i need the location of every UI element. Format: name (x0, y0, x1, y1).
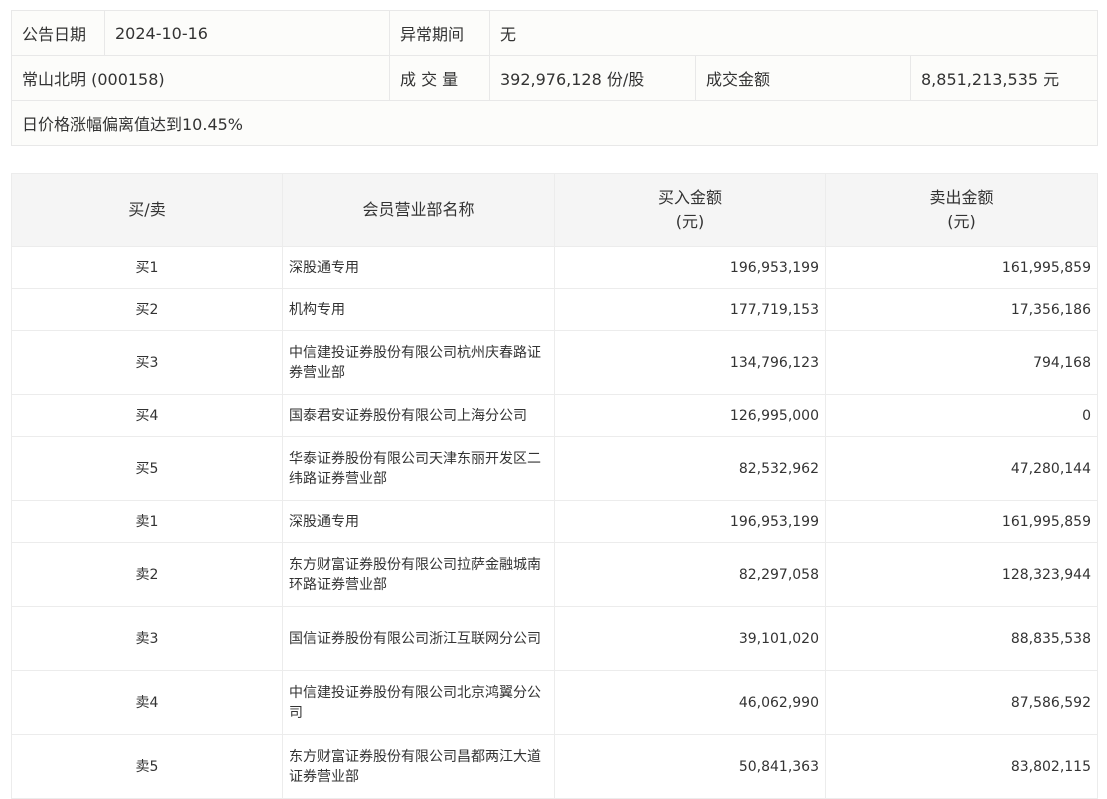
seat-name-cell: 深股通专用 (282, 500, 555, 543)
buy-amount-cell: 196,953,199 (554, 246, 826, 289)
side-cell: 买5 (11, 436, 283, 501)
side-cell: 卖1 (11, 500, 283, 543)
header-name: 会员营业部名称 (282, 173, 555, 247)
period-label: 异常期间 (389, 10, 490, 56)
sell-amount-cell: 47,280,144 (825, 436, 1098, 501)
buy-amount-cell: 46,062,990 (554, 670, 826, 735)
seat-name-cell: 华泰证券股份有限公司天津东丽开发区二纬路证券营业部 (282, 436, 555, 501)
volume-label: 成 交 量 (389, 55, 490, 101)
table-row: 买4 国泰君安证券股份有限公司上海分公司 126,995,000 0 (11, 394, 1098, 437)
trading-seats-table: 买/卖 会员营业部名称 买入金额 (元) 卖出金额 (元) 买1 深股通专用 196,9… (11, 173, 1098, 799)
seat-name-cell: 中信建投证券股份有限公司北京鸿翼分公司 (282, 670, 555, 735)
table-row: 买5 华泰证券股份有限公司天津东丽开发区二纬路证券营业部 82,532,962 47,… (11, 436, 1098, 501)
buy-amount-cell: 196,953,199 (554, 500, 826, 543)
buy-amount-cell: 39,101,020 (554, 606, 826, 671)
sell-amount-cell: 128,323,944 (825, 542, 1098, 607)
announcement-info-table: 公告日期 2024-10-16 异常期间 无 常山北明 (000158) 成 交… (10, 10, 1099, 146)
sell-amount-cell: 87,586,592 (825, 670, 1098, 735)
sell-amount-cell: 161,995,859 (825, 246, 1098, 289)
side-cell: 买1 (11, 246, 283, 289)
seat-name-cell: 东方财富证券股份有限公司昌都两江大道证券营业部 (282, 734, 555, 799)
info-row-date: 公告日期 2024-10-16 异常期间 无 (11, 10, 1099, 56)
header-side: 买/卖 (11, 173, 283, 247)
seat-name-cell: 深股通专用 (282, 246, 555, 289)
period-value: 无 (488, 10, 1099, 56)
table-row: 卖1 深股通专用 196,953,199 161,995,859 (11, 500, 1098, 543)
buy-amount-cell: 82,532,962 (554, 436, 826, 501)
sell-amount-cell: 0 (825, 394, 1098, 437)
header-sell: 卖出金额 (元) (825, 173, 1098, 247)
table-row: 买3 中信建投证券股份有限公司杭州庆春路证券营业部 134,796,123 794,1… (11, 330, 1098, 395)
side-cell: 买2 (11, 288, 283, 331)
seat-name-cell: 机构专用 (282, 288, 555, 331)
side-cell: 卖2 (11, 542, 283, 607)
info-row-reason: 日价格涨幅偏离值达到10.45% (10, 100, 1099, 146)
buy-amount-cell: 82,297,058 (554, 542, 826, 607)
date-label: 公告日期 (11, 10, 105, 56)
buy-amount-cell: 50,841,363 (554, 734, 826, 799)
seat-name-cell: 国泰君安证券股份有限公司上海分公司 (282, 394, 555, 437)
sell-amount-cell: 88,835,538 (825, 606, 1098, 671)
seat-name-cell: 中信建投证券股份有限公司杭州庆春路证券营业部 (282, 330, 555, 395)
header-buy: 买入金额 (元) (554, 173, 826, 247)
side-cell: 买3 (11, 330, 283, 395)
sell-amount-cell: 83,802,115 (825, 734, 1098, 799)
seat-name-cell: 国信证券股份有限公司浙江互联网分公司 (282, 606, 555, 671)
table-row: 卖2 东方财富证券股份有限公司拉萨金融城南环路证券营业部 82,297,058 128… (11, 542, 1098, 607)
table-row: 卖4 中信建投证券股份有限公司北京鸿翼分公司 46,062,990 87,586,59… (11, 670, 1098, 735)
buy-amount-cell: 134,796,123 (554, 330, 826, 395)
stock-name: 常山北明 (000158) (11, 55, 390, 101)
seat-name-cell: 东方财富证券股份有限公司拉萨金融城南环路证券营业部 (282, 542, 555, 607)
reason-text: 日价格涨幅偏离值达到10.45% (10, 100, 1099, 146)
amount-label: 成交金额 (695, 55, 911, 101)
buy-amount-cell: 126,995,000 (554, 394, 826, 437)
table-header: 买/卖 会员营业部名称 买入金额 (元) 卖出金额 (元) (11, 173, 1098, 247)
sell-amount-cell: 161,995,859 (825, 500, 1098, 543)
table-row: 买2 机构专用 177,719,153 17,356,186 (11, 288, 1098, 331)
amount-value: 8,851,213,535 元 (909, 55, 1099, 101)
table-row: 买1 深股通专用 196,953,199 161,995,859 (11, 246, 1098, 289)
sell-amount-cell: 794,168 (825, 330, 1098, 395)
side-cell: 卖3 (11, 606, 283, 671)
info-row-stock: 常山北明 (000158) 成 交 量 392,976,128 份/股 成交金额… (11, 55, 1099, 101)
date-value: 2024-10-16 (104, 10, 390, 56)
buy-amount-cell: 177,719,153 (554, 288, 826, 331)
side-cell: 卖4 (11, 670, 283, 735)
table-row: 卖5 东方财富证券股份有限公司昌都两江大道证券营业部 50,841,363 83,80… (11, 734, 1098, 799)
side-cell: 买4 (11, 394, 283, 437)
side-cell: 卖5 (11, 734, 283, 799)
sell-amount-cell: 17,356,186 (825, 288, 1098, 331)
volume-value: 392,976,128 份/股 (489, 55, 696, 101)
table-row: 卖3 国信证券股份有限公司浙江互联网分公司 39,101,020 88,835,538 (11, 606, 1098, 671)
